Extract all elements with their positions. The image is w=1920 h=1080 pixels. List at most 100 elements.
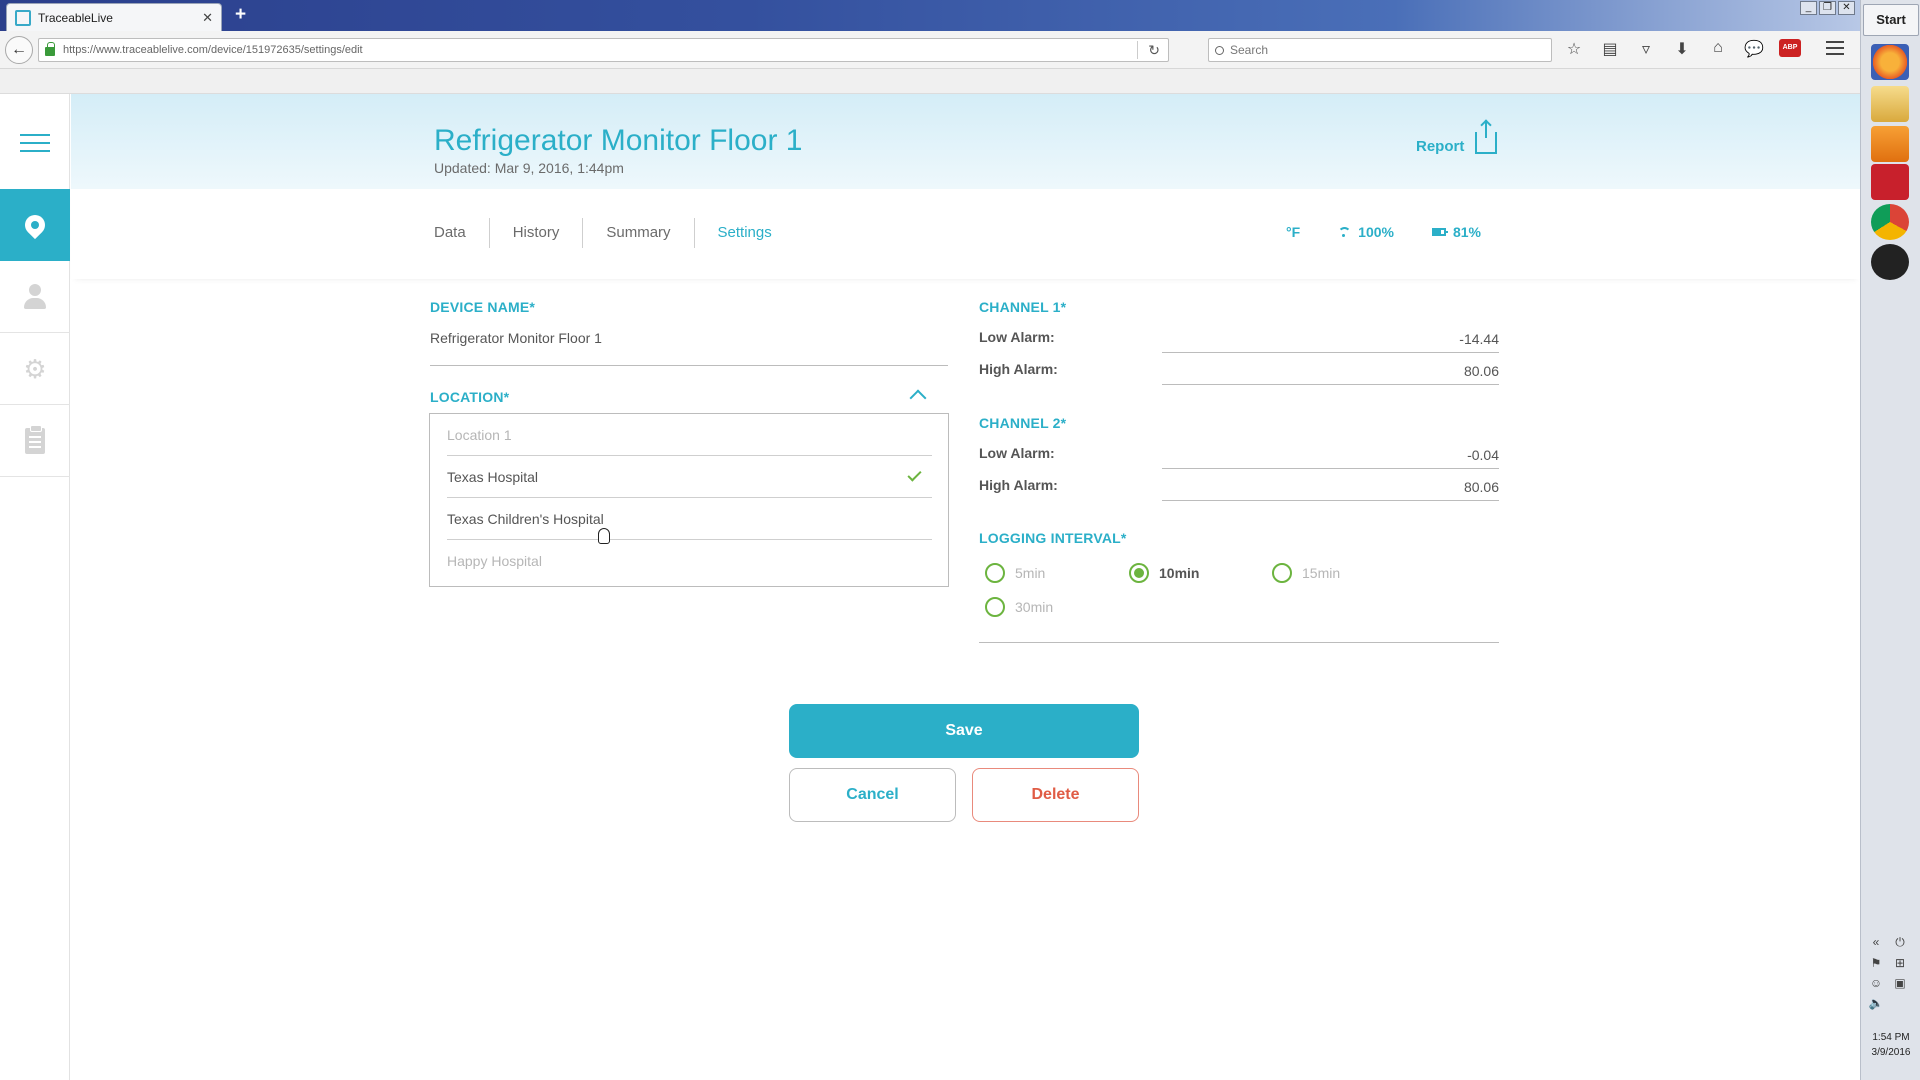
new-tab-plus-icon[interactable]: + <box>235 4 246 26</box>
updated-timestamp: Updated: Mar 9, 2016, 1:44pm <box>434 160 624 176</box>
interval-radio-15min[interactable]: 15min <box>1272 563 1340 583</box>
chevron-up-icon[interactable] <box>909 389 927 407</box>
browser-toolbar: ☆ ▤ ▿ ⬇ ⌂ 💬 ABP <box>1563 39 1801 59</box>
chrome-taskbar-icon[interactable] <box>1871 204 1909 240</box>
radio-label: 5min <box>1015 565 1046 581</box>
browser-titlebar: TraceableLive ✕ + _ ❐ ✕ <box>0 0 1860 31</box>
channel1-low-alarm-label: Low Alarm: <box>979 329 1055 345</box>
download-icon[interactable]: ⬇ <box>1671 39 1693 59</box>
start-button[interactable]: Start <box>1863 4 1919 36</box>
channel1-high-alarm-label: High Alarm: <box>979 361 1058 377</box>
location-option[interactable]: Texas Children's Hospital <box>447 498 932 540</box>
location-option-label: Texas Hospital <box>447 469 539 485</box>
user-icon <box>24 283 46 310</box>
cancel-button[interactable]: Cancel <box>789 768 956 822</box>
location-option[interactable]: Happy Hospital <box>447 540 932 582</box>
close-window-icon[interactable]: ✕ <box>1838 1 1855 15</box>
clipboard-icon <box>25 424 45 454</box>
channel1-low-alarm-input[interactable]: -14.44 <box>1162 331 1499 353</box>
bookmark-star-icon[interactable]: ☆ <box>1563 39 1585 59</box>
tray-flag-icon[interactable]: ⚑ <box>1867 956 1885 970</box>
back-arrow-icon[interactable]: ← <box>5 36 33 64</box>
home-icon[interactable]: ⌂ <box>1707 39 1729 59</box>
interval-divider <box>979 642 1499 643</box>
obs-taskbar-icon[interactable] <box>1871 244 1909 280</box>
tab-summary[interactable]: Summary <box>583 218 695 248</box>
browser-search-input[interactable]: Search <box>1208 38 1552 62</box>
delete-button[interactable]: Delete <box>972 768 1139 822</box>
mouse-pointer-icon <box>598 528 610 544</box>
radio-circle <box>985 597 1005 617</box>
hamburger-menu-icon[interactable] <box>20 134 50 152</box>
browser-tab[interactable]: TraceableLive ✕ <box>6 3 222 31</box>
tray-grid-icon[interactable]: ⊞ <box>1891 956 1909 970</box>
location-dropdown-list: Location 1 Texas Hospital Texas Children… <box>429 413 949 587</box>
radio-label: 10min <box>1159 565 1200 581</box>
location-option[interactable]: Location 1 <box>447 414 932 456</box>
tray-volume-icon[interactable]: 🔈 <box>1867 996 1885 1010</box>
nav-settings[interactable]: ⚙ <box>0 333 70 405</box>
location-option-selected[interactable]: Texas Hospital <box>447 456 932 498</box>
tray-network-icon[interactable]: ▣ <box>1891 976 1909 990</box>
nav-users[interactable] <box>0 261 70 333</box>
lock-icon <box>45 42 55 56</box>
temperature-unit-label: °F <box>1286 224 1301 240</box>
save-button[interactable]: Save <box>789 704 1139 758</box>
radio-label: 15min <box>1302 565 1341 581</box>
url-divider <box>1137 41 1138 59</box>
pocket-icon[interactable]: ▿ <box>1635 39 1657 59</box>
tray-people-icon[interactable]: ☺ <box>1867 976 1885 990</box>
vlc-taskbar-icon[interactable] <box>1871 126 1909 162</box>
radio-label: 30min <box>1015 599 1054 615</box>
report-link[interactable]: Report <box>1416 138 1464 155</box>
window-controls: _ ❐ ✕ <box>1800 1 1855 15</box>
location-label: LOCATION* <box>430 389 510 405</box>
browser-menu-icon[interactable] <box>1826 41 1844 55</box>
tray-power-icon[interactable]: ⏻ <box>1891 935 1909 950</box>
chat-icon[interactable]: 💬 <box>1743 39 1765 59</box>
tabs-bar: Data History Summary Settings °F 100% 81… <box>71 189 1860 279</box>
firefox-taskbar-icon[interactable] <box>1871 44 1909 80</box>
adblock-icon[interactable]: ABP <box>1779 39 1801 57</box>
channel2-low-alarm-label: Low Alarm: <box>979 445 1055 461</box>
battery-icon <box>1431 228 1448 236</box>
nav-devices[interactable] <box>0 189 70 261</box>
system-clock[interactable]: 1:54 PM 3/9/2016 <box>1861 1030 1920 1060</box>
radio-circle <box>985 563 1005 583</box>
interval-radio-30min[interactable]: 30min <box>985 597 1053 617</box>
temperature-unit[interactable]: °F <box>1286 224 1300 240</box>
acrobat-taskbar-icon[interactable] <box>1871 164 1909 200</box>
device-name-input[interactable]: Refrigerator Monitor Floor 1 <box>430 330 948 366</box>
search-icon <box>1215 45 1224 55</box>
reload-icon[interactable]: ↻ <box>1148 42 1160 59</box>
system-tray: « ⏻ ⚑ ⊞ ☺ ▣ 🔈 <box>1867 935 1915 1010</box>
restore-window-icon[interactable]: ❐ <box>1819 1 1836 15</box>
channel2-high-alarm-label: High Alarm: <box>979 477 1058 493</box>
location-pin-icon <box>20 210 50 240</box>
traceable-favicon-icon <box>15 9 31 26</box>
reading-list-icon[interactable]: ▤ <box>1599 39 1621 59</box>
tab-history[interactable]: History <box>490 218 584 248</box>
interval-radio-10min[interactable]: 10min <box>1129 563 1199 583</box>
interval-radio-5min[interactable]: 5min <box>985 563 1045 583</box>
close-tab-icon[interactable]: ✕ <box>202 10 213 26</box>
channel2-high-alarm-input[interactable]: 80.06 <box>1162 479 1499 501</box>
tab-data[interactable]: Data <box>434 218 490 248</box>
battery-value: 81% <box>1452 224 1481 240</box>
tray-expand-icon[interactable]: « <box>1867 935 1885 950</box>
radio-circle-checked <box>1129 563 1149 583</box>
channel2-low-alarm-input[interactable]: -0.04 <box>1162 447 1499 469</box>
share-export-icon[interactable] <box>1475 122 1497 154</box>
left-nav: ⚙ <box>0 94 70 1080</box>
minimize-window-icon[interactable]: _ <box>1800 1 1817 15</box>
file-explorer-taskbar-icon[interactable] <box>1871 86 1909 122</box>
browser-tab-title: TraceableLive <box>38 10 113 25</box>
gear-icon: ⚙ <box>23 353 47 384</box>
channel1-high-alarm-input[interactable]: 80.06 <box>1162 363 1499 385</box>
logging-interval-label: LOGGING INTERVAL* <box>979 530 1127 546</box>
device-tabs: Data History Summary Settings <box>434 218 795 248</box>
tab-settings[interactable]: Settings <box>695 218 795 248</box>
nav-reports[interactable] <box>0 405 70 477</box>
channel2-label: CHANNEL 2* <box>979 415 1067 431</box>
url-bar[interactable]: https://www.traceablelive.com/device/151… <box>38 38 1169 62</box>
